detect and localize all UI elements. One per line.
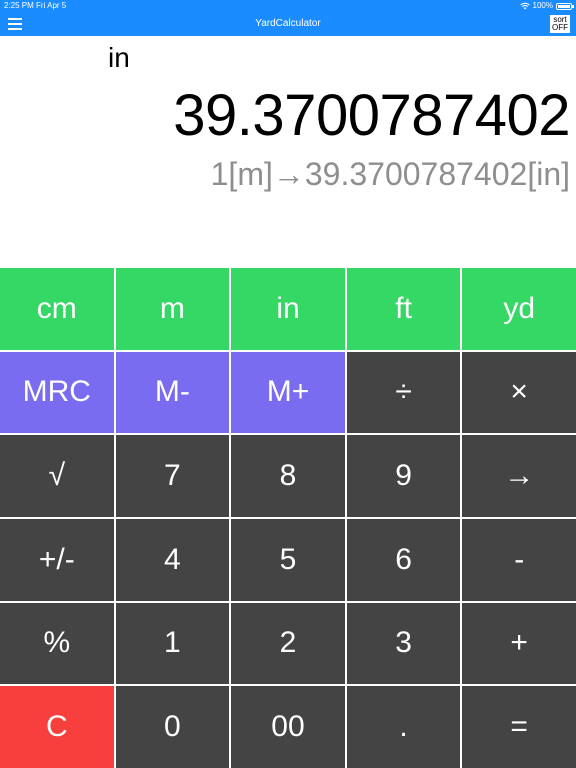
equals-button[interactable]: = (462, 686, 576, 768)
digit-8-button[interactable]: 8 (231, 435, 345, 517)
double-zero-button[interactable]: 00 (231, 686, 345, 768)
divide-button[interactable]: ÷ (346, 351, 461, 434)
unit-in-button[interactable]: in (231, 268, 345, 350)
minus-button[interactable]: - (462, 518, 576, 601)
digit-0-button[interactable]: 0 (115, 686, 230, 768)
battery-icon (556, 2, 574, 10)
digit-7-button[interactable]: 7 (115, 435, 230, 517)
digit-5-button[interactable]: 5 (231, 518, 345, 601)
memory-minus-button[interactable]: M- (115, 351, 230, 434)
unit-m-button[interactable]: m (115, 268, 230, 350)
status-time: 2:25 PM (4, 1, 34, 10)
unit-ft-button[interactable]: ft (346, 268, 461, 350)
convert-button[interactable]: → (462, 435, 576, 517)
keypad: cm m in ft yd MRC M- M+ ÷ × √ 7 8 9 → +/… (0, 268, 576, 768)
conversion-expression: 1[m]→39.3700787402[in] (210, 156, 570, 192)
sort-toggle-button[interactable]: sort OFF (550, 15, 570, 33)
digit-1-button[interactable]: 1 (115, 602, 230, 685)
digit-4-button[interactable]: 4 (115, 518, 230, 601)
current-unit-label: in (108, 42, 130, 73)
plus-button[interactable]: + (462, 602, 576, 685)
digit-2-button[interactable]: 2 (231, 602, 345, 685)
sqrt-button[interactable]: √ (0, 435, 114, 517)
app-title: YardCalculator (255, 18, 321, 29)
nav-bar: YardCalculator sort OFF (0, 12, 576, 36)
status-right: 100% (519, 0, 574, 12)
digit-3-button[interactable]: 3 (346, 602, 461, 685)
memory-recall-button[interactable]: MRC (0, 351, 114, 434)
wifi-icon (519, 2, 530, 10)
multiply-button[interactable]: × (462, 351, 576, 434)
unit-yd-button[interactable]: yd (462, 268, 576, 350)
unit-cm-button[interactable]: cm (0, 268, 114, 350)
digit-6-button[interactable]: 6 (346, 518, 461, 601)
percent-button[interactable]: % (0, 602, 114, 685)
memory-plus-button[interactable]: M+ (231, 351, 345, 434)
result-display: 39.3700787402 (173, 83, 570, 148)
status-bar: 2:25 PM Fri Apr 5 100% (0, 0, 576, 12)
sign-toggle-button[interactable]: +/- (0, 518, 114, 601)
status-date: Fri Apr 5 (36, 1, 67, 10)
digit-9-button[interactable]: 9 (346, 435, 461, 517)
decimal-point-button[interactable]: . (346, 686, 461, 768)
sort-state: OFF (552, 23, 568, 32)
battery-percent: 100% (532, 1, 553, 10)
clear-button[interactable]: C (0, 686, 114, 768)
